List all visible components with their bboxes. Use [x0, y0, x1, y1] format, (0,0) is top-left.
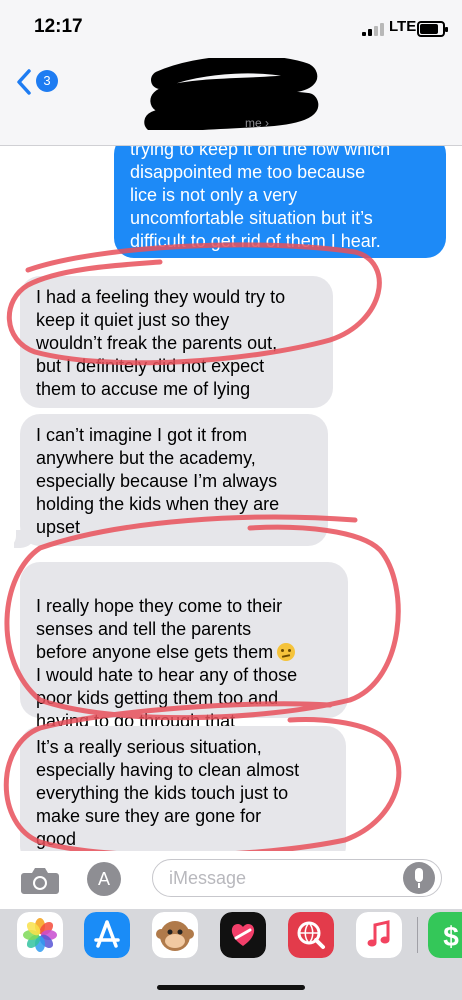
music-icon[interactable]	[356, 912, 402, 958]
compose-bar: A	[0, 851, 462, 909]
camera-icon[interactable]	[20, 865, 60, 895]
app-drawer: $	[0, 909, 462, 1000]
photos-icon[interactable]	[17, 912, 63, 958]
microphone-icon[interactable]	[403, 862, 435, 894]
received-message-bubble[interactable]: I can’t imagine I got it from anywhere b…	[20, 414, 328, 546]
app-store-icon[interactable]	[84, 912, 130, 958]
network-type: LTE	[389, 18, 417, 35]
sent-message-bubble[interactable]: trying to keep it on the low which disap…	[114, 146, 446, 258]
status-bar: 12:17 LTE	[0, 0, 462, 50]
message-text: I really hope they come to their senses …	[36, 596, 283, 662]
svg-text:$: $	[443, 921, 459, 952]
web-search-icon[interactable]	[288, 912, 334, 958]
home-indicator[interactable]	[157, 985, 305, 990]
status-time: 12:17	[34, 16, 83, 37]
digital-touch-icon[interactable]	[220, 912, 266, 958]
unread-count-badge[interactable]: 3	[36, 70, 58, 92]
battery-icon	[417, 21, 448, 37]
apps-button-icon[interactable]: A	[87, 862, 121, 896]
message-text: I would hate to hear any of those poor k…	[36, 665, 298, 731]
signal-strength-icon	[362, 22, 386, 36]
received-message-bubble[interactable]: I had a feeling they would try to keep i…	[20, 276, 333, 408]
bubble-tail	[4, 530, 36, 548]
redaction-scribble	[144, 58, 319, 130]
back-chevron-icon[interactable]	[14, 68, 34, 96]
message-thread[interactable]: trying to keep it on the low which disap…	[0, 146, 462, 851]
message-input[interactable]	[152, 859, 442, 897]
app-drawer-divider	[417, 917, 418, 953]
received-message-bubble[interactable]: I really hope they come to their senses …	[20, 562, 348, 731]
animoji-icon[interactable]	[152, 912, 198, 958]
confused-face-emoji-icon	[277, 643, 296, 661]
contact-name[interactable]: me ›	[245, 116, 269, 130]
conversation-header: 3 me ›	[0, 50, 462, 146]
received-message-bubble[interactable]: It’s a really serious situation, especia…	[20, 726, 346, 851]
apple-pay-icon[interactable]: $	[428, 912, 462, 958]
